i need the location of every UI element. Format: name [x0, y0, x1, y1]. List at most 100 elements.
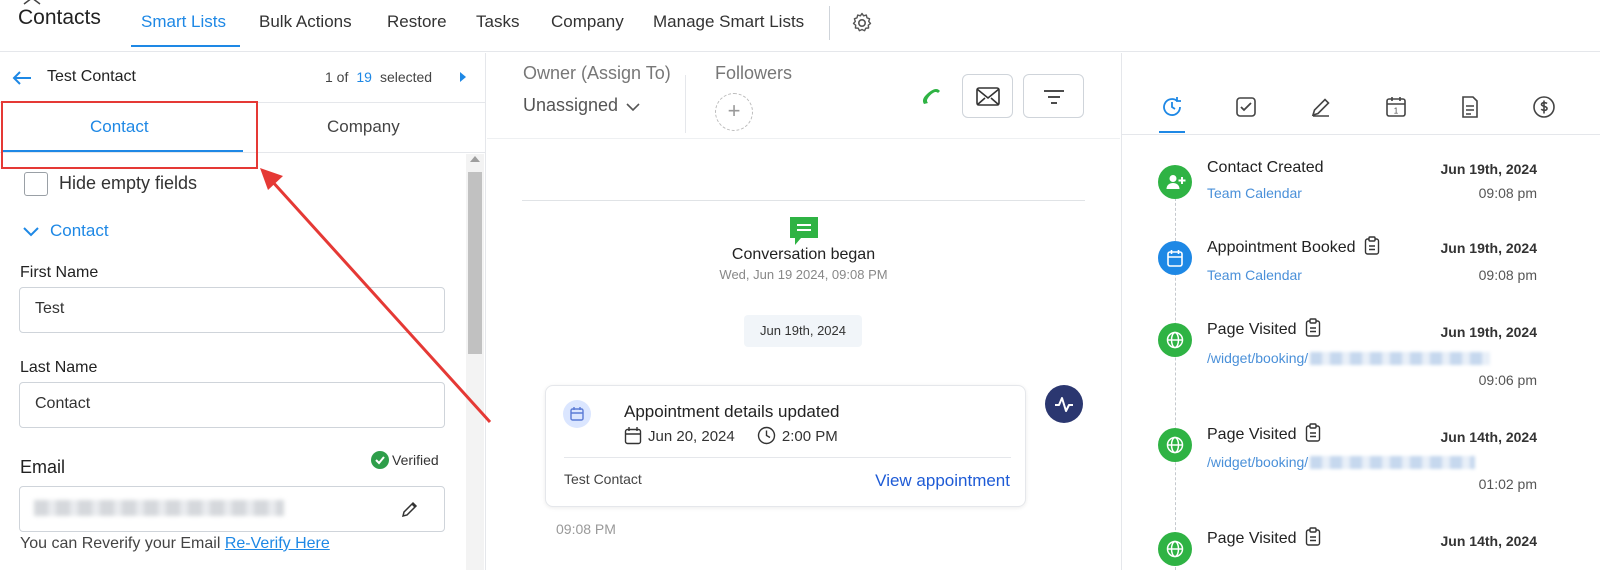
activity-panel: 1 Contact Created Team Calendar Jun 19th…	[1121, 53, 1600, 570]
task-check-icon[interactable]	[1234, 95, 1258, 119]
timeline-sub[interactable]: Team Calendar	[1207, 267, 1302, 283]
view-appointment-link[interactable]: View appointment	[875, 471, 1010, 491]
filter-icon	[1044, 90, 1064, 104]
tab-active-underline	[1159, 131, 1185, 133]
timeline-title: Page Visited	[1207, 321, 1297, 338]
divider	[487, 138, 1120, 139]
timeline-date: Jun 19th, 2024	[1440, 324, 1538, 340]
add-user-icon	[1158, 165, 1192, 199]
email-button[interactable]	[962, 74, 1013, 118]
pencil-icon[interactable]	[400, 499, 420, 519]
nav-smart-lists[interactable]: Smart Lists	[141, 12, 226, 32]
next-contact-icon[interactable]	[458, 71, 468, 83]
clipboard-icon[interactable]	[1305, 318, 1321, 337]
card-time: 2:00 PM	[781, 428, 838, 445]
timeline-date: Jun 19th, 2024	[1440, 161, 1538, 177]
pen-icon[interactable]	[1309, 95, 1333, 119]
email-field[interactable]	[19, 486, 445, 532]
calendar-icon[interactable]: 1	[1384, 95, 1408, 119]
section-label: Contact	[50, 221, 109, 240]
timeline-title-wrap: Appointment Booked	[1207, 236, 1380, 257]
redacted-url	[1310, 456, 1476, 469]
conversation-panel: Owner (Assign To) Unassigned Followers +…	[487, 53, 1120, 570]
chat-icon	[790, 217, 818, 245]
card-date: Jun 20, 2024	[648, 428, 735, 445]
reverify-prefix: You can Reverify your Email	[20, 535, 221, 552]
globe-icon	[1158, 323, 1192, 357]
timeline-time: 09:06 pm	[1478, 372, 1537, 388]
dollar-icon[interactable]	[1532, 95, 1556, 119]
section-contact-toggle[interactable]: Contact	[22, 221, 109, 241]
contact-header: Test Contact 1 of 19 selected	[0, 53, 486, 103]
timeline-title: Page Visited	[1207, 426, 1297, 443]
pager-total: 19	[356, 69, 372, 85]
card-contact: Test Contact	[564, 471, 642, 487]
timeline-title: Page Visited	[1207, 530, 1297, 547]
calendar-icon	[624, 427, 642, 445]
last-name-field[interactable]: Contact	[19, 382, 445, 428]
back-arrow-icon[interactable]	[10, 68, 34, 88]
pager-suffix: selected	[379, 69, 433, 85]
timeline-date: Jun 19th, 2024	[1440, 240, 1538, 256]
scroll-up-icon[interactable]	[470, 156, 480, 162]
owner-label: Owner (Assign To)	[523, 63, 671, 83]
timeline-title-wrap: Page Visited	[1207, 423, 1321, 444]
followers-label: Followers	[715, 63, 793, 83]
timeline-time: 01:02 pm	[1478, 476, 1537, 492]
calendar-icon	[1158, 241, 1192, 275]
timeline-date: Jun 14th, 2024	[1440, 429, 1538, 445]
clipboard-icon[interactable]	[1305, 423, 1321, 442]
first-name-field[interactable]: Test	[19, 287, 445, 333]
timeline-title-wrap: Page Visited	[1207, 318, 1321, 339]
nav-active-underline	[131, 45, 240, 47]
tab-company[interactable]: Company	[327, 117, 400, 137]
card-title: Appointment details updated	[624, 402, 840, 421]
hide-empty-checkbox[interactable]	[24, 172, 48, 196]
clipboard-icon[interactable]	[1364, 236, 1380, 255]
conversation-began-time: Wed, Jun 19 2024, 09:08 PM	[719, 267, 888, 282]
nav-company[interactable]: Company	[551, 12, 624, 32]
hide-empty-label: Hide empty fields	[59, 173, 198, 193]
chevron-down-icon	[23, 227, 39, 237]
highlight-box	[1, 101, 258, 169]
history-icon[interactable]	[1160, 95, 1184, 119]
top-nav: Contacts Smart Lists Bulk Actions Restor…	[0, 0, 1600, 52]
timeline-title: Appointment Booked	[1207, 239, 1356, 256]
timeline-title: Contact Created	[1207, 159, 1324, 176]
filter-button[interactable]	[1023, 74, 1084, 118]
timeline-sub: /widget/booking/	[1207, 454, 1309, 470]
nav-restore[interactable]: Restore	[387, 12, 447, 32]
email-label: Email	[20, 457, 66, 477]
timeline-url[interactable]: /widget/booking/	[1207, 350, 1491, 366]
activity-icon[interactable]	[1045, 385, 1083, 423]
timeline-time: 09:08 pm	[1478, 185, 1537, 201]
divider	[564, 457, 1011, 458]
calendar-icon	[563, 400, 591, 428]
card-meta: Jun 20, 2024 2:00 PM	[624, 426, 838, 445]
timeline-sub[interactable]: Team Calendar	[1207, 185, 1302, 201]
nav-tasks[interactable]: Tasks	[476, 12, 519, 32]
document-icon[interactable]	[1458, 95, 1482, 119]
svg-text:1: 1	[1394, 107, 1399, 116]
appointment-card: Appointment details updated Jun 20, 2024…	[545, 385, 1026, 507]
nav-bulk-actions[interactable]: Bulk Actions	[259, 12, 352, 32]
timeline-sub: /widget/booking/	[1207, 350, 1309, 366]
phone-icon[interactable]	[919, 83, 945, 109]
timeline-url[interactable]: /widget/booking/	[1207, 454, 1476, 470]
scroll-thumb[interactable]	[468, 172, 482, 354]
redacted-email	[34, 500, 284, 516]
owner-select[interactable]: Unassigned	[523, 95, 640, 116]
reverify-text: You can Reverify your Email Re-Verify He…	[20, 535, 330, 553]
date-chip: Jun 19th, 2024	[744, 315, 862, 347]
gear-icon[interactable]	[850, 11, 874, 35]
scrollbar[interactable]	[466, 154, 484, 570]
contact-name: Test Contact	[47, 68, 136, 85]
reverify-link[interactable]: Re-Verify Here	[225, 535, 330, 552]
add-follower-button[interactable]: +	[715, 93, 753, 131]
message-timestamp: 09:08 PM	[556, 521, 616, 537]
nav-manage-smart-lists[interactable]: Manage Smart Lists	[653, 12, 804, 32]
check-circle-icon	[371, 451, 389, 469]
mail-icon	[976, 87, 1000, 106]
clipboard-icon[interactable]	[1305, 527, 1321, 546]
divider	[685, 75, 686, 133]
